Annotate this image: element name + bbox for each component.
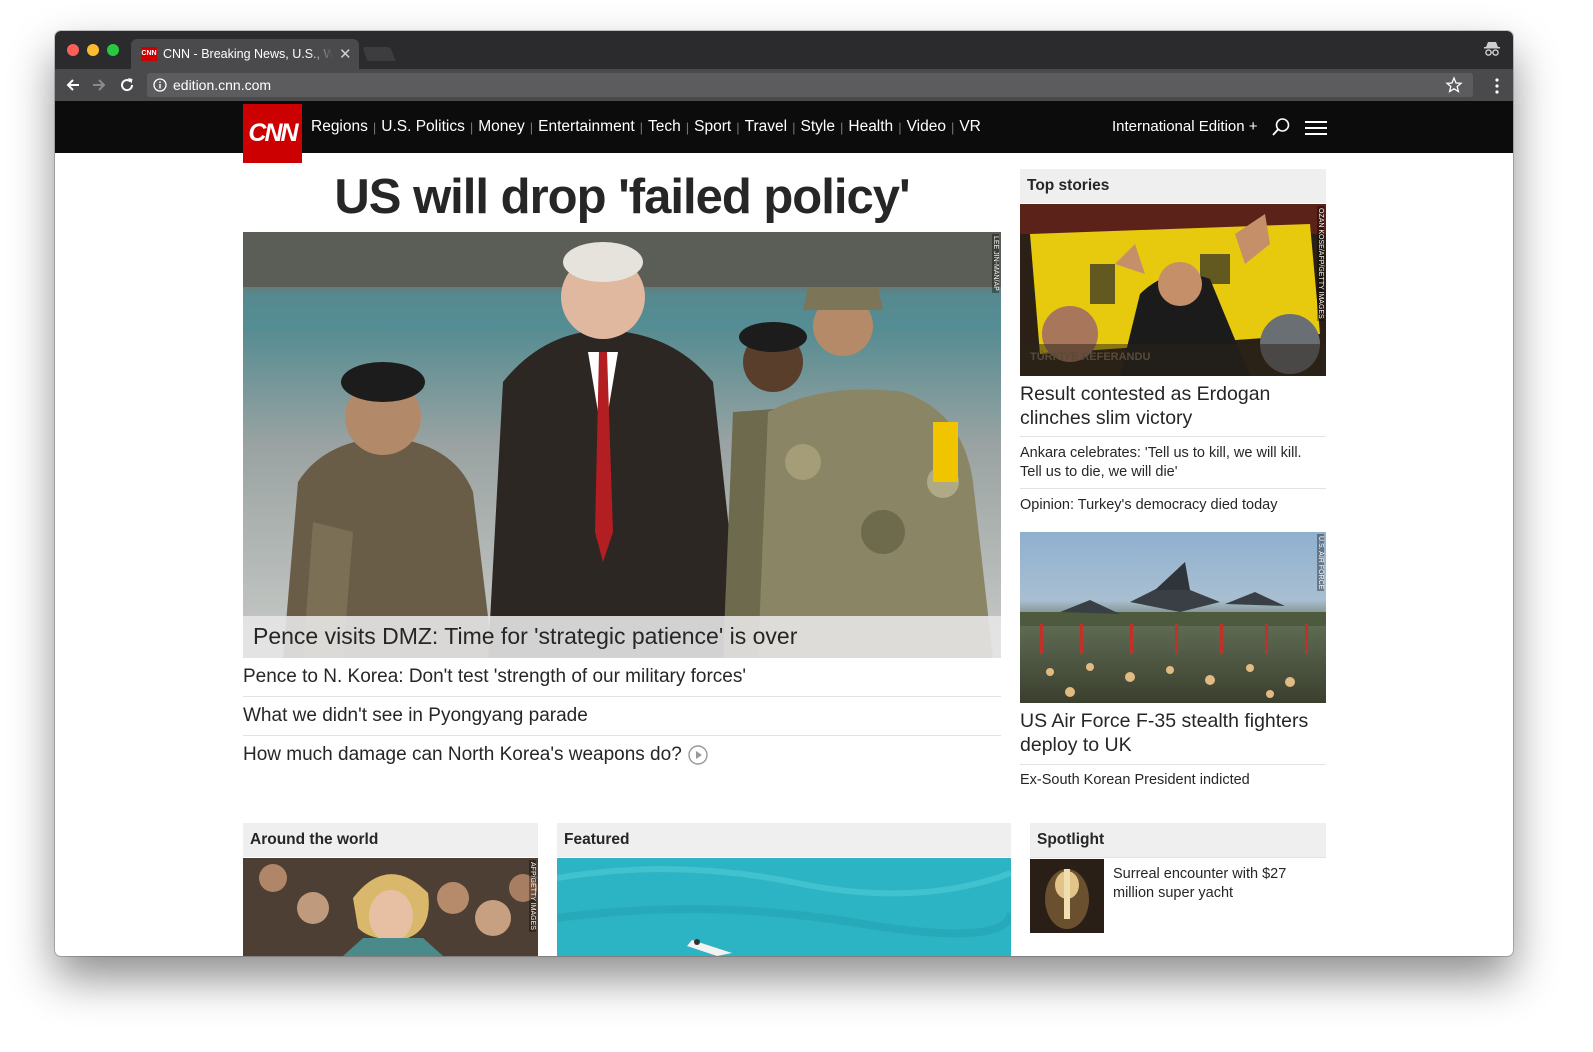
spotlight-thumbnail-illustration	[1030, 859, 1104, 933]
incognito-icon[interactable]	[1483, 40, 1501, 58]
spotlight-thumbnail[interactable]	[1030, 859, 1104, 933]
f35-photo-credit: U.S. AIR FORCE	[1317, 534, 1324, 592]
play-video-icon	[688, 745, 708, 765]
browser-toolbar: edition.cnn.com	[55, 69, 1513, 101]
nav-item-vr[interactable]: VR	[959, 118, 981, 136]
f35-photo-illustration	[1020, 532, 1326, 703]
cnn-favicon-icon: CNN	[141, 47, 157, 61]
around-world-photo-credit: AFP/GETTY IMAGES	[529, 860, 536, 932]
around-world-photo-illustration	[243, 858, 538, 956]
nav-item-us-politics[interactable]: U.S. Politics	[381, 118, 465, 136]
hero-caption-bar[interactable]: Pence visits DMZ: Time for 'strategic pa…	[243, 616, 1001, 658]
hero-caption: Pence visits DMZ: Time for 'strategic pa…	[253, 623, 798, 649]
featured-photo[interactable]	[557, 858, 1011, 956]
new-tab-button[interactable]	[362, 47, 396, 61]
story-link-opinion-turkey[interactable]: Opinion: Turkey's democracy died today	[1020, 496, 1320, 515]
hamburger-menu-icon[interactable]	[1305, 120, 1327, 136]
divider	[1030, 857, 1326, 858]
main-nav: Regions | U.S. Politics | Money | Entertain…	[311, 118, 981, 136]
f35-photo[interactable]: U.S. AIR FORCE	[1020, 532, 1326, 703]
browser-menu-icon[interactable]	[1495, 78, 1499, 94]
cnn-logo[interactable]: CNN	[243, 104, 302, 163]
site-header: CNN Regions | U.S. Politics | Money | Enter…	[55, 101, 1513, 163]
hero-photo-illustration	[243, 232, 1001, 658]
story-link-ankara[interactable]: Ankara celebrates: 'Tell us to kill, we …	[1020, 444, 1320, 482]
featured-header: Featured	[557, 823, 1011, 857]
close-window-button[interactable]	[67, 44, 79, 56]
around-world-photo[interactable]: AFP/GETTY IMAGES	[243, 858, 538, 956]
nav-item-money[interactable]: Money	[478, 118, 525, 136]
svg-text:TÜRKİYE REFERANDU: TÜRKİYE REFERANDU	[1030, 350, 1150, 363]
reload-icon[interactable]	[117, 75, 137, 95]
tab-title: CNN - Breaking News, U.S., World	[163, 47, 333, 61]
spotlight-header: Spotlight	[1030, 823, 1326, 857]
related-links: Pence to N. Korea: Don't test 'strength …	[243, 658, 1001, 774]
bookmark-star-icon[interactable]	[1445, 76, 1463, 94]
browser-tab[interactable]: CNN CNN - Breaking News, U.S., World ✕	[131, 39, 359, 69]
url-text: edition.cnn.com	[173, 77, 272, 93]
nav-item-video[interactable]: Video	[907, 118, 946, 136]
address-bar[interactable]: edition.cnn.com	[147, 73, 1473, 97]
nav-item-regions[interactable]: Regions	[311, 118, 368, 136]
story-link-korea-indicted[interactable]: Ex-South Korean President indicted	[1020, 771, 1320, 790]
hero-photo[interactable]: Pence visits DMZ: Time for 'strategic pa…	[243, 232, 1001, 658]
nav-item-entertainment[interactable]: Entertainment	[538, 118, 635, 136]
top-stories-header: Top stories	[1020, 169, 1326, 203]
tab-close-icon[interactable]: ✕	[339, 45, 352, 63]
site-info-icon[interactable]	[153, 78, 167, 92]
featured-photo-illustration	[557, 858, 1011, 956]
spotlight-story-link[interactable]: Surreal encounter with $27 million super…	[1113, 865, 1313, 903]
erdogan-photo-illustration: TÜRKİYE REFERANDU	[1020, 204, 1326, 376]
hero-photo-credit: LEE JIN-MAN/AP	[992, 234, 999, 293]
minimize-window-button[interactable]	[87, 44, 99, 56]
nav-item-health[interactable]: Health	[848, 118, 893, 136]
maximize-window-button[interactable]	[107, 44, 119, 56]
edition-selector[interactable]: International Edition +	[1112, 118, 1258, 135]
forward-arrow-icon[interactable]	[89, 75, 109, 95]
browser-window: CNN CNN - Breaking News, U.S., World ✕	[55, 31, 1513, 956]
nav-item-tech[interactable]: Tech	[648, 118, 681, 136]
story-headline-f35[interactable]: US Air Force F-35 stealth fighters deplo…	[1020, 709, 1320, 757]
around-the-world-header: Around the world	[243, 823, 538, 857]
nav-item-style[interactable]: Style	[801, 118, 835, 136]
back-arrow-icon[interactable]	[63, 75, 83, 95]
divider	[1020, 488, 1326, 489]
lead-headline[interactable]: US will drop 'failed policy'	[243, 169, 1001, 225]
nav-item-travel[interactable]: Travel	[745, 118, 788, 136]
erdogan-photo[interactable]: TÜRKİYE REFERANDU OZAN KOSE/AFP/GETTY IM…	[1020, 204, 1326, 376]
related-link[interactable]: How much damage can North Korea's weapon…	[243, 736, 1001, 774]
title-bar: CNN CNN - Breaking News, U.S., World ✕	[55, 31, 1513, 69]
story-headline-erdogan[interactable]: Result contested as Erdogan clinches sli…	[1020, 382, 1310, 430]
divider	[1020, 436, 1326, 437]
divider	[1020, 764, 1326, 765]
erdogan-photo-credit: OZAN KOSE/AFP/GETTY IMAGES	[1317, 206, 1324, 321]
nav-item-sport[interactable]: Sport	[694, 118, 731, 136]
related-link[interactable]: What we didn't see in Pyongyang parade	[243, 697, 1001, 736]
related-link[interactable]: Pence to N. Korea: Don't test 'strength …	[243, 658, 1001, 697]
search-icon[interactable]	[1271, 117, 1291, 137]
